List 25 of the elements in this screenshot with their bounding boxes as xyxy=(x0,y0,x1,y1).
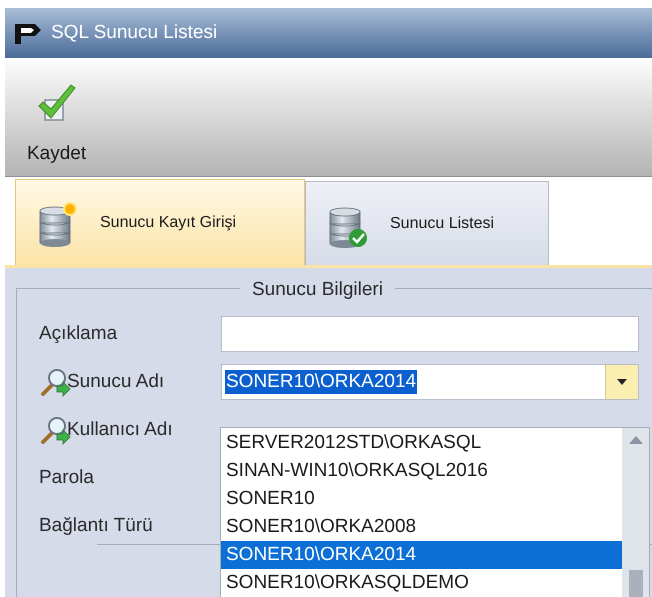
list-item[interactable]: SONER10\ORKA2014 xyxy=(221,541,622,569)
field-label: Kullanıcı Adı xyxy=(67,418,173,442)
list-item[interactable]: SONER10\ORKASQLDEMO xyxy=(221,569,622,597)
scrollbar[interactable] xyxy=(622,428,649,597)
list-item[interactable]: SONER10 xyxy=(221,485,622,513)
server-name-combo[interactable]: SONER10\ORKA2014 xyxy=(221,364,639,400)
field-label: Açıklama xyxy=(39,322,118,346)
dropdown-button[interactable] xyxy=(605,365,638,399)
scroll-up-icon xyxy=(628,436,642,444)
tab[interactable]: Sunucu Kayıt Girişi xyxy=(15,179,305,265)
list-item[interactable]: SERVER2012STD\ORKASQL xyxy=(221,429,622,457)
caret-down-icon xyxy=(617,379,627,385)
list-item[interactable]: SONER10\ORKA2008 xyxy=(221,513,622,541)
save-button[interactable]: Kaydet xyxy=(27,84,86,168)
flag-icon xyxy=(13,22,43,44)
selected-text: SONER10\ORKA2014 xyxy=(225,370,418,394)
window-title: SQL Sunucu Listesi xyxy=(51,20,218,45)
field-label: Bağlantı Türü xyxy=(39,514,153,538)
scroll-thumb[interactable] xyxy=(628,570,642,597)
tab[interactable]: Sunucu Listesi xyxy=(305,181,549,265)
group-title: Sunucu Bilgileri xyxy=(252,279,383,300)
field-label: Sunucu Adı xyxy=(67,370,164,394)
list-item[interactable]: SINAN-WIN10\ORKASQL2016 xyxy=(221,457,622,485)
description-field[interactable] xyxy=(221,316,639,352)
field-label: Parola xyxy=(39,466,94,490)
